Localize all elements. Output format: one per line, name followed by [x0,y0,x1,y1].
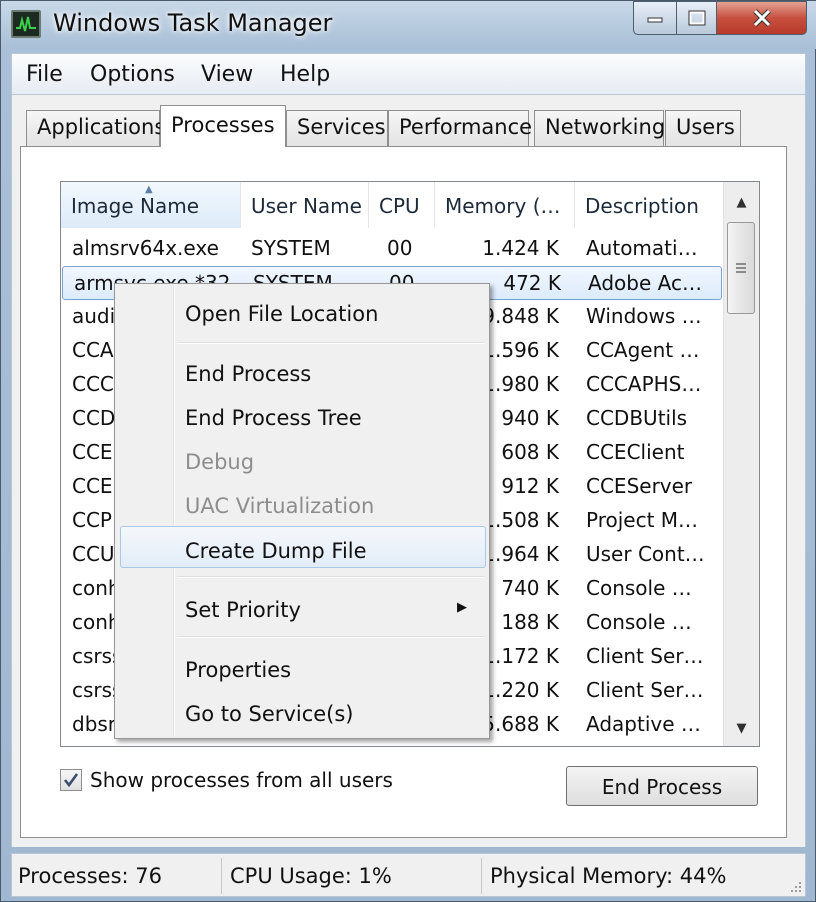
context-menu-separator [177,636,485,638]
cell-description: Automati… [586,236,698,260]
menu-file[interactable]: File [26,62,63,87]
column-description[interactable]: Description [575,182,725,228]
minimize-button[interactable] [633,1,677,35]
cell-description: Windows … [586,304,702,328]
resize-grip-icon[interactable] [789,880,803,894]
cell-description: Client Ser… [586,644,704,668]
tab-applications[interactable]: Applications [26,110,165,146]
maximize-icon [688,10,705,26]
cell-description: Project M… [586,508,699,532]
status-bar: Processes: 76 CPU Usage: 1% Physical Mem… [11,853,806,897]
column-image-name[interactable]: ▲ Image Name [61,182,241,228]
cell-user-name: SYSTEM [251,236,331,260]
window-title: Windows Task Manager [53,9,333,37]
cell-description: Console … [586,610,692,634]
menu-help[interactable]: Help [280,62,330,87]
set-priority-label: Set Priority [185,598,301,622]
close-button[interactable] [717,1,807,35]
tab-services[interactable]: Services [286,110,388,146]
minimize-icon [647,17,663,23]
menu-item-uac-virtualization: UAC Virtualization [185,494,375,518]
show-all-users-label[interactable]: Show processes from all users [90,768,393,792]
vertical-scrollbar[interactable]: ▲ ▼ [723,182,759,746]
menu-item-end-process-tree[interactable]: End Process Tree [117,394,487,436]
process-context-menu: Open File Location End Process End Proce… [114,283,490,739]
cell-description: CCDBUtils [586,406,688,430]
status-physical-memory: Physical Memory: 44% [490,864,727,888]
status-processes: Processes: 76 [12,858,222,894]
cell-memory: 1.424 K [482,236,559,260]
context-menu-separator [177,342,485,344]
scroll-up-arrow-icon[interactable]: ▲ [724,184,759,220]
task-manager-window: Windows Task Manager File Options View H… [0,0,816,902]
menu-options[interactable]: Options [90,62,175,87]
close-icon [752,9,771,27]
cell-description: CCEServer [586,474,693,498]
cell-description: User Cont… [586,542,705,566]
column-user-name[interactable]: User Name [241,182,369,228]
column-memory[interactable]: Memory (… [435,182,575,228]
menu-item-create-dump-file[interactable]: Create Dump File [120,526,486,568]
cell-description: CCEClient [586,440,685,464]
cell-description: CCAgent … [586,338,700,362]
menu-view[interactable]: View [201,62,253,87]
grip-lines-icon [736,263,746,273]
checkmark-icon [63,773,79,788]
sort-ascending-icon: ▲ [145,184,153,195]
submenu-arrow-icon: ▶ [457,600,467,615]
context-menu-separator [177,576,485,578]
title-bar[interactable]: Windows Task Manager [1,1,816,49]
cell-description: CCCAPHS… [586,372,702,396]
menu-item-go-to-services[interactable]: Go to Service(s) [117,690,487,732]
menu-item-debug: Debug [185,450,255,474]
scroll-thumb[interactable] [727,222,755,314]
caption-buttons [633,1,807,39]
tab-performance[interactable]: Performance [388,110,532,146]
end-process-button[interactable]: End Process [566,766,758,806]
tab-networking[interactable]: Networking [534,110,665,146]
cell-image-name: almsrv64x.exe [72,236,219,260]
menu-bar: File Options View Help [11,53,806,95]
show-all-users-option[interactable]: Show processes from all users [60,767,393,793]
cell-description: Client Ser… [586,678,704,702]
menu-item-properties[interactable]: Properties [117,646,487,688]
cell-description: Adaptive … [586,712,701,736]
scroll-down-arrow-icon[interactable]: ▼ [724,710,759,746]
cell-description: Adobe Ac… [588,271,702,295]
column-label: Image Name [71,194,199,218]
task-manager-icon[interactable] [11,10,41,38]
menu-item-open-file-location[interactable]: Open File Location [117,290,487,332]
column-cpu[interactable]: CPU [369,182,435,228]
tab-processes[interactable]: Processes [160,105,286,147]
table-row[interactable]: almsrv64x.exe SYSTEM 00 1.424 K Automati… [61,232,723,266]
menu-item-end-process[interactable]: End Process [117,350,487,392]
menu-item-set-priority[interactable]: Set Priority ▶ [117,586,487,628]
status-cpu-usage: CPU Usage: 1% [224,858,482,894]
maximize-button[interactable] [677,1,717,35]
cell-description: Console … [586,576,692,600]
tab-users[interactable]: Users [665,110,741,146]
cell-cpu: 00 [387,236,413,260]
show-all-users-checkbox[interactable] [60,769,82,791]
